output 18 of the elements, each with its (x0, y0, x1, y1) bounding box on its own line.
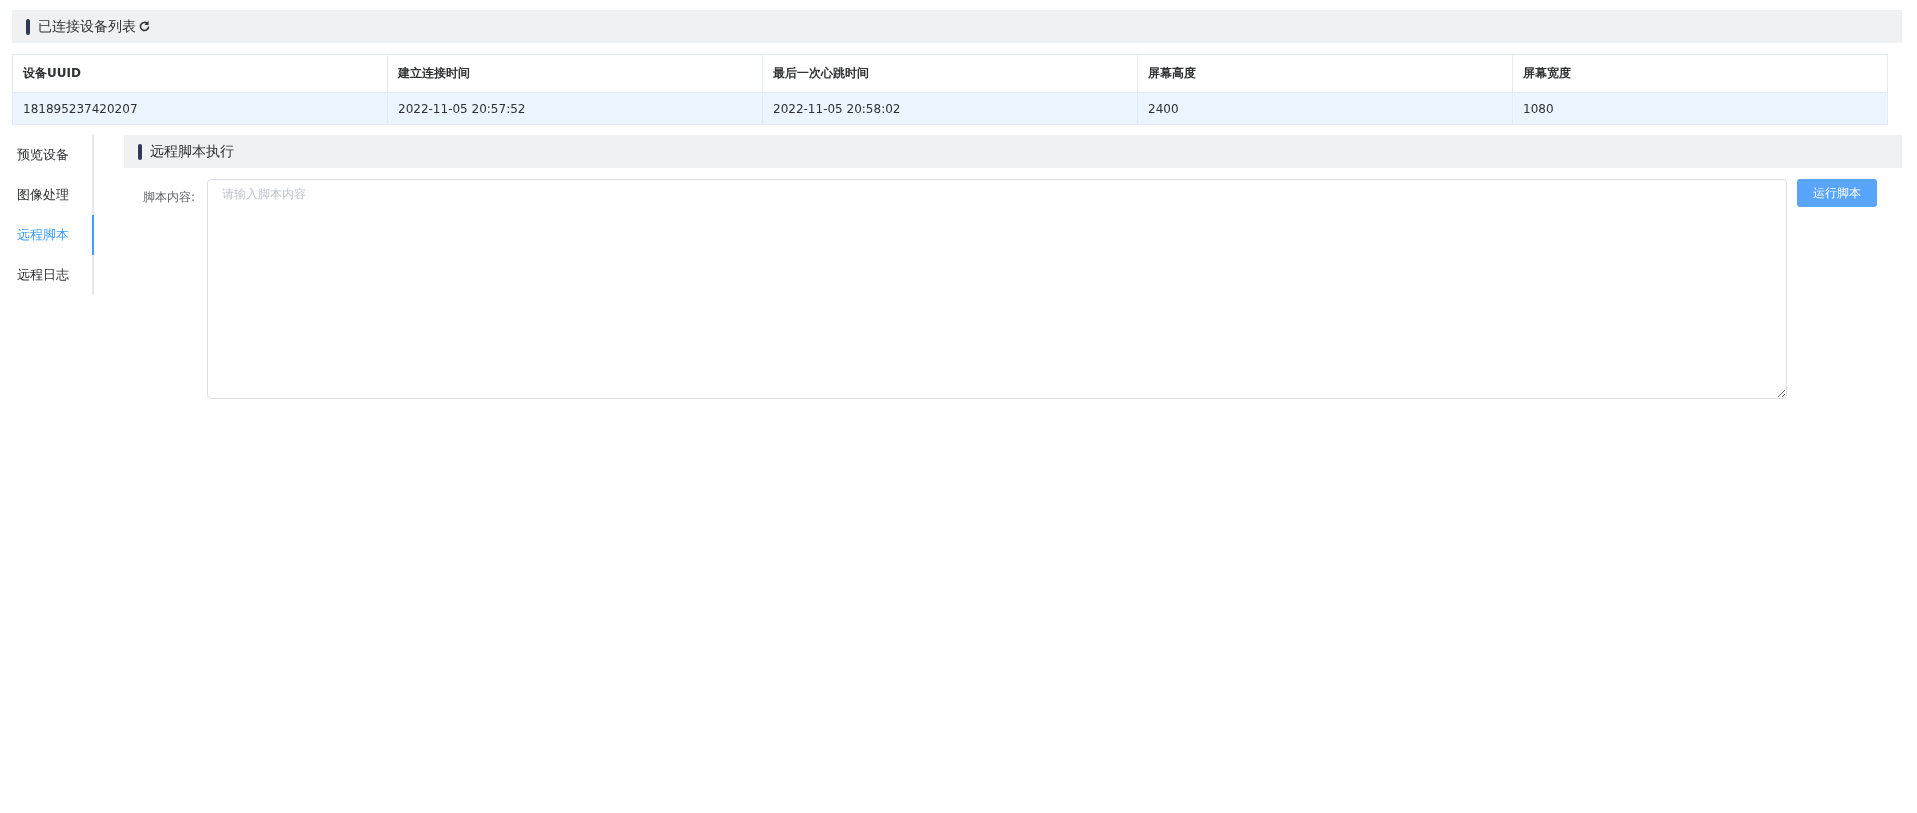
refresh-icon[interactable] (138, 20, 151, 33)
script-input-field[interactable]: 请输入脚本内容 (207, 179, 1787, 399)
column-header: 建立连接时间 (387, 54, 763, 93)
table-cell: 2022-11-05 20:58:02 (762, 92, 1138, 125)
column-header: 屏幕高度 (1137, 54, 1513, 93)
table-cell: 181895237420207 (12, 92, 388, 125)
section-title: 远程脚本执行 (150, 142, 234, 161)
column-header: 屏幕宽度 (1512, 54, 1888, 93)
table-cell: 1080 (1512, 92, 1888, 125)
side-tab[interactable]: 远程日志 (12, 255, 94, 295)
column-header: 设备UUID (12, 54, 388, 93)
field-label: 脚本内容: (141, 189, 196, 206)
side-tab[interactable]: 预览设备 (12, 135, 94, 175)
side-tab[interactable]: 图像处理 (12, 175, 94, 215)
column-header: 最后一次心跳时间 (762, 54, 1138, 93)
table-cell: 2400 (1137, 92, 1513, 125)
section-title: 已连接设备列表 (38, 17, 136, 36)
table-cell: 2022-11-05 20:57:52 (387, 92, 763, 125)
